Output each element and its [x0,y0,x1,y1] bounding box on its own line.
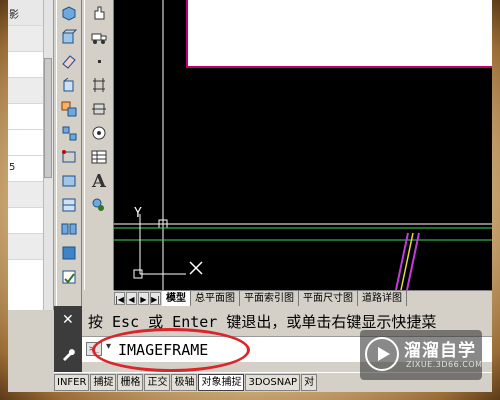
drawing-canvas[interactable]: Y [114,0,492,290]
extrude-icon[interactable] [58,74,80,96]
region-icon[interactable] [58,170,80,192]
status-grid-button[interactable]: 栅格 [117,374,144,391]
trim-icon[interactable] [88,74,110,96]
status-polar-button[interactable]: 极轴 [171,374,198,391]
hand-icon[interactable] [88,2,110,24]
table-icon[interactable] [88,146,110,168]
close-icon[interactable]: ✕ [62,312,74,328]
layout-tabs-bar: |◀ ◀ ▶ ▶| 模型 总平面图 平面索引图 平面尺寸图 道路详图 [114,290,492,306]
wrench-icon[interactable] [60,346,76,362]
circle-icon[interactable] [88,122,110,144]
road-line [406,232,420,290]
status-3dosnap-button[interactable]: 3DOSNAP [245,374,301,391]
eraser-icon[interactable] [58,50,80,72]
draw-toolbar: A [84,0,114,290]
watermark-logo: 溜溜自学 ZIXUE.3D66.COM [360,330,482,380]
status-ortho-button[interactable]: 正交 [144,374,171,391]
tab-model[interactable]: 模型 [162,291,191,306]
status-infer-button[interactable]: INFER [54,374,90,391]
tab-nav-prev[interactable]: ◀ [126,292,137,305]
canvas-graphics [114,0,492,290]
tab-nav-last[interactable]: ▶| [150,292,161,305]
watermark-url: ZIXUE.3D66.COM [406,360,483,369]
red-highlight-circle [92,328,250,372]
mirror-icon[interactable] [58,218,80,240]
tab-site-plan[interactable]: 总平面图 [191,291,240,306]
extend-icon[interactable] [88,98,110,120]
tab-nav-first[interactable]: |◀ [114,292,125,305]
rectangle-icon[interactable] [58,146,80,168]
road-line [395,232,409,290]
play-logo-icon [365,337,399,371]
ucs-y-label: Y [134,206,142,221]
truck-icon[interactable] [88,26,110,48]
text-icon[interactable]: A [88,170,110,192]
properties-scrollbar[interactable] [43,0,53,310]
cylinder-icon[interactable] [88,194,110,216]
array-icon[interactable] [58,242,80,264]
tab-plan-index[interactable]: 平面索引图 [240,291,299,306]
watermark-title: 溜溜自学 [404,341,476,361]
status-osnap-button[interactable]: 对象捕捉 [198,374,245,391]
status-otrack-button[interactable]: 对 [301,374,318,391]
command-window-handle: ✕ [54,306,82,372]
properties-panel: 影 5 [8,0,54,310]
scrollbar-thumb[interactable] [44,58,52,178]
move-icon[interactable] [58,122,80,144]
tab-nav-next[interactable]: ▶ [138,292,149,305]
cad-application-window: 影 5 A Y |◀ ◀ ▶ ▶| 模型 总平面图 平面索引图 平面尺寸图 道路… [8,0,492,392]
fillet-icon[interactable] [58,266,80,288]
modify-toolbar [56,0,82,312]
status-snap-button[interactable]: 捕捉 [90,374,117,391]
tab-road-details[interactable]: 道路详图 [358,291,407,306]
section-icon[interactable] [58,194,80,216]
dot-icon[interactable] [88,50,110,72]
3d-solid-icon[interactable] [58,2,80,24]
box-icon[interactable] [58,26,80,48]
tab-plan-dimensions[interactable]: 平面尺寸图 [299,291,358,306]
copy-icon[interactable] [58,98,80,120]
